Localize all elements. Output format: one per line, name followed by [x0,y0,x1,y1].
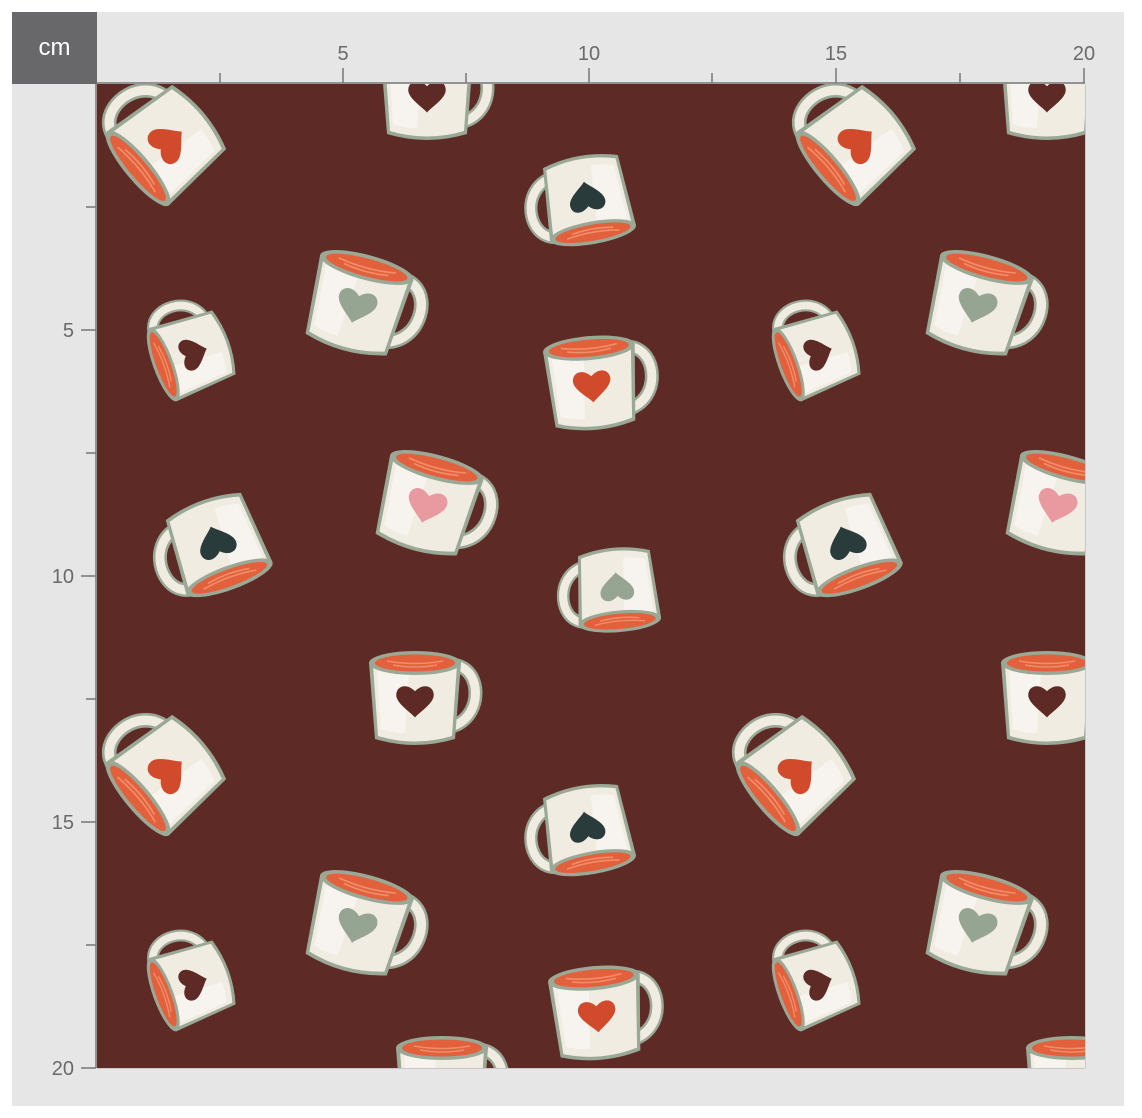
mug-icon [298,863,432,987]
mug-icon [559,544,662,637]
mug-icon [144,485,276,610]
mug-icon [998,443,1085,567]
fabric-pattern-preview [97,84,1085,1068]
mug-icon [774,485,906,610]
mug-icon [369,651,475,745]
mug-icon [381,84,487,140]
mug-icon [918,243,1052,367]
mug-icon [547,961,661,1064]
y-ruler-label: 15 [52,812,74,834]
y-ruler-label: 10 [52,566,74,588]
mug-icon [523,148,638,254]
coffee-mug-pattern [97,84,1085,1068]
mug-icon [523,778,638,884]
mug-icon [136,922,242,1034]
y-ruler-label: 5 [63,320,74,342]
x-ruler-label: 15 [825,43,847,65]
mug-icon [761,292,867,404]
vertical-ruler: 5 10 15 20 [52,206,96,1080]
mug-icon [718,694,865,843]
mug-icon [368,443,502,567]
mug-icon [97,84,235,213]
mug-icon [1001,651,1085,745]
x-ruler-label: 10 [578,43,600,65]
mug-icon [298,243,432,367]
mug-icon [761,922,867,1034]
mug-icon [542,331,656,434]
mug-icon [1001,84,1085,140]
mug-icon [396,1036,502,1068]
mug-icon [918,863,1052,987]
mug-icon [778,84,925,213]
x-ruler-label: 20 [1073,43,1095,65]
unit-label: cm [12,12,97,84]
y-ruler-label: 20 [52,1058,74,1080]
x-ruler-label: 5 [337,43,348,65]
horizontal-ruler: 5 10 15 20 [219,43,1095,83]
mug-icon [1026,1036,1085,1068]
mug-icon [97,694,235,843]
mug-icon [136,292,242,404]
